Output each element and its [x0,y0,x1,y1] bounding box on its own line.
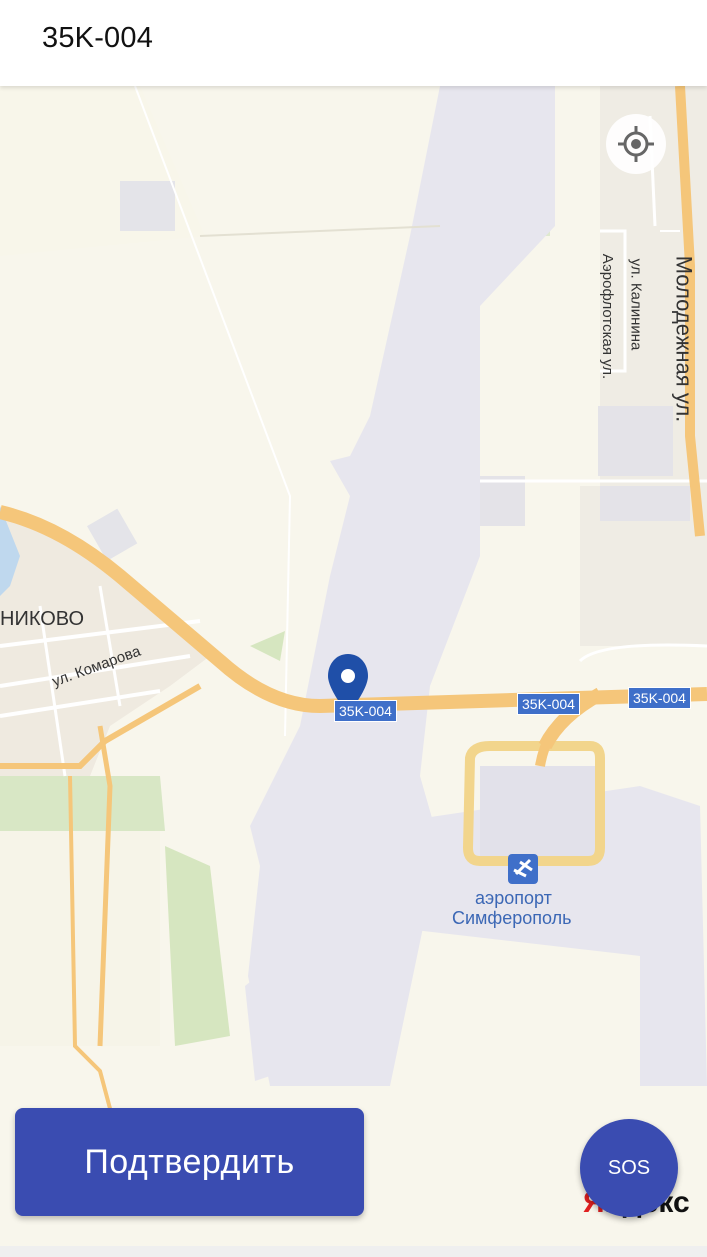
bottom-strip [0,1246,707,1257]
airport-label-line1: аэропорт [475,888,552,908]
my-location-button[interactable] [606,114,666,174]
airport-label-line2: Симферополь [452,908,572,928]
street-label: Молодежная ул. [671,255,697,423]
street-label: Аэрофлотская ул. [599,253,617,380]
app-header: 35K-004 [0,0,707,86]
crosshair-icon [618,126,654,162]
road-badge: 35K-004 [517,693,580,715]
page-title: 35K-004 [42,22,154,54]
village-label: НИКОВО [0,608,85,630]
confirm-button[interactable]: Подтвердить [15,1108,364,1216]
airport-icon [508,854,538,884]
map-view[interactable]: 35K-004 35K-004 35K-004 НИКОВО ул. Комар… [0,86,707,1246]
road-badge: 35K-004 [334,700,397,722]
sos-button[interactable]: SOS [580,1119,678,1217]
street-label: ул. Калинина [627,258,645,351]
road-badge: 35K-004 [628,687,691,709]
